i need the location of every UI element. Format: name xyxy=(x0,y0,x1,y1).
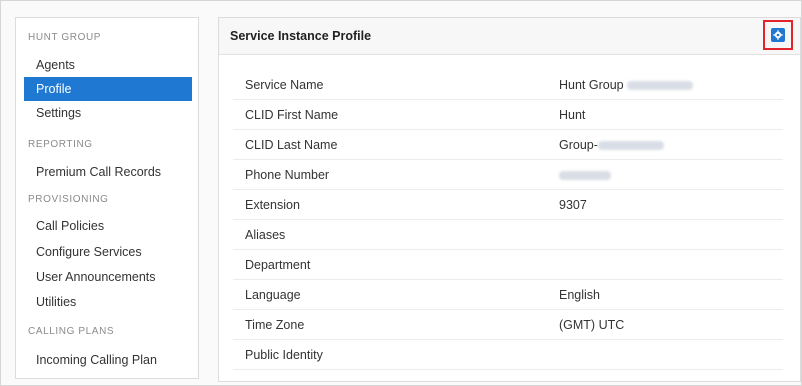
sidebar-item-configure-services[interactable]: Configure Services xyxy=(24,240,192,264)
table-row: Aliases xyxy=(233,220,783,250)
row-label: Service Name xyxy=(245,78,324,92)
settings-button[interactable] xyxy=(771,28,785,42)
row-value: Group- xyxy=(559,138,664,152)
sidebar-heading-reporting: REPORTING xyxy=(28,139,93,150)
sidebar-item-profile[interactable]: Profile xyxy=(24,77,192,101)
row-label: Aliases xyxy=(245,228,286,242)
sidebar-heading-hunt-group: HUNT GROUP xyxy=(28,32,102,43)
sidebar-item-incoming-calling-plan[interactable]: Incoming Calling Plan xyxy=(24,348,192,372)
sidebar-heading-calling-plans: CALLING PLANS xyxy=(28,326,115,337)
table-row: Time Zone (GMT) UTC xyxy=(233,310,783,340)
sidebar-item-settings[interactable]: Settings xyxy=(24,101,192,125)
panel-header: Service Instance Profile xyxy=(219,18,800,55)
sidebar: HUNT GROUP Agents Profile Settings REPOR… xyxy=(15,17,199,379)
sidebar-item-agents[interactable]: Agents xyxy=(24,53,192,77)
row-value: 9307 xyxy=(559,198,587,212)
row-label: CLID First Name xyxy=(245,108,339,122)
row-value: (GMT) UTC xyxy=(559,318,625,332)
sidebar-item-premium-call-records[interactable]: Premium Call Records xyxy=(24,160,192,184)
sidebar-heading-provisioning: PROVISIONING xyxy=(28,194,109,205)
row-label: Language xyxy=(245,288,301,302)
row-label: CLID Last Name xyxy=(245,138,338,152)
table-row: Extension 9307 xyxy=(233,190,783,220)
row-value xyxy=(559,168,611,182)
table-row: Service Name Hunt Group xyxy=(233,70,783,100)
service-profile-panel: Service Instance Profile Service Name Hu… xyxy=(218,17,801,382)
sidebar-item-call-policies[interactable]: Call Policies xyxy=(24,214,192,238)
app-frame: HUNT GROUP Agents Profile Settings REPOR… xyxy=(0,0,802,386)
table-row: Language English xyxy=(233,280,783,310)
row-label: Phone Number xyxy=(245,168,330,182)
row-label: Department xyxy=(245,258,311,272)
panel-title: Service Instance Profile xyxy=(230,29,372,43)
row-label: Extension xyxy=(245,198,300,212)
row-value: Hunt Group xyxy=(559,78,694,92)
row-label: Time Zone xyxy=(245,318,305,332)
row-label: Public Identity xyxy=(245,348,323,362)
table-row: CLID First Name Hunt xyxy=(233,100,783,130)
table-row: CLID Last Name Group- xyxy=(233,130,783,160)
table-row: Department xyxy=(233,250,783,280)
settings-highlight xyxy=(763,20,793,50)
row-value: Hunt xyxy=(559,108,586,122)
sidebar-item-utilities[interactable]: Utilities xyxy=(24,290,192,314)
profile-rows: Service Name Hunt Group CLID First Name … xyxy=(233,70,783,370)
table-row: Public Identity xyxy=(233,340,783,370)
row-value: English xyxy=(559,288,600,302)
sidebar-item-user-announcements[interactable]: User Announcements xyxy=(24,265,192,289)
table-row: Phone Number xyxy=(233,160,783,190)
gear-icon xyxy=(773,30,783,40)
